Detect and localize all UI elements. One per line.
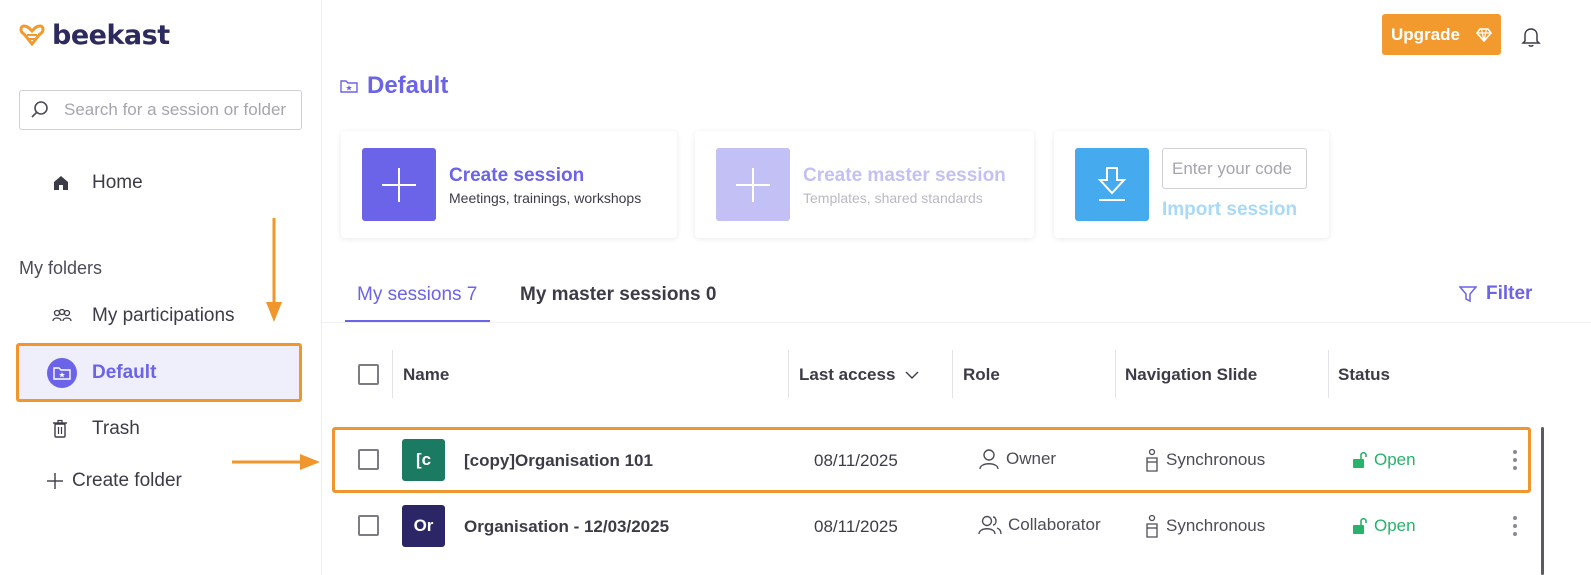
sidebar-item-home[interactable]: Home [52, 172, 143, 194]
row-checkbox[interactable] [358, 449, 379, 470]
column-divider [392, 350, 393, 398]
column-divider [1328, 350, 1329, 398]
sidebar-item-trash[interactable]: Trash [52, 418, 140, 440]
users-icon [978, 515, 1002, 535]
tab-my-master-sessions[interactable]: My master sessions 0 [520, 284, 716, 306]
upgrade-button[interactable]: Upgrade [1382, 14, 1501, 55]
bell-icon[interactable] [1521, 26, 1541, 48]
search-box[interactable] [19, 90, 302, 130]
status-label: Open [1374, 516, 1416, 535]
select-all-checkbox[interactable] [358, 364, 379, 385]
last-access-date: 08/11/2025 [814, 451, 898, 470]
column-header-name[interactable]: Name [403, 365, 449, 385]
sidebar-item-my-participations[interactable]: My participations [52, 305, 235, 327]
annotation-arrow-down-icon [266, 218, 282, 322]
plus-icon [47, 473, 63, 489]
create-session-card[interactable]: Create session Meetings, trainings, work… [341, 131, 677, 238]
user-icon [979, 449, 999, 470]
session-name-link[interactable]: [copy]Organisation 101 [464, 451, 653, 471]
filter-button[interactable]: Filter [1459, 283, 1532, 305]
session-avatar: Or [402, 505, 445, 547]
navigation-cell: Synchronous [1144, 448, 1265, 472]
presenter-icon [1146, 514, 1158, 538]
unlock-icon [1353, 451, 1367, 468]
folder-star-icon [340, 80, 358, 93]
sidebar-item-label: Trash [92, 418, 140, 439]
column-divider [1115, 350, 1116, 398]
folder-star-icon [47, 357, 77, 388]
card-subtitle: Templates, shared standards [803, 190, 983, 206]
annotation-arrow-right-icon [232, 454, 320, 470]
column-header-navigation-slide[interactable]: Navigation Slide [1125, 365, 1257, 385]
page-title: Default [340, 72, 448, 100]
diamond-icon [1475, 27, 1492, 42]
role-label: Collaborator [1008, 515, 1101, 534]
trash-icon [53, 419, 67, 438]
session-code-input[interactable] [1162, 148, 1307, 189]
session-avatar: [c [402, 439, 445, 481]
navigation-label: Synchronous [1166, 516, 1266, 535]
beekast-logo-icon [19, 23, 45, 46]
card-title: Create master session [803, 165, 1006, 186]
navigation-cell: Synchronous [1144, 514, 1265, 538]
home-icon [54, 176, 68, 190]
divider [322, 322, 1591, 323]
more-options-icon[interactable] [1513, 516, 1517, 536]
tab-my-sessions[interactable]: My sessions 7 [357, 284, 477, 306]
upgrade-label: Upgrade [1391, 24, 1460, 44]
more-options-icon[interactable] [1513, 450, 1517, 470]
column-header-last-access[interactable]: Last access [799, 365, 919, 385]
role-label: Owner [1006, 449, 1057, 468]
import-session-card: Import session [1054, 131, 1329, 238]
plus-icon [716, 148, 790, 221]
filter-icon [1459, 286, 1477, 303]
row-checkbox[interactable] [358, 515, 379, 536]
status-badge[interactable]: Open [1352, 516, 1416, 536]
sidebar-item-label: My participations [92, 305, 235, 326]
sidebar-item-default[interactable]: Default [16, 343, 302, 402]
logo[interactable]: beekast [18, 20, 170, 51]
page-title-text: Default [367, 72, 449, 99]
logo-text: beekast [52, 20, 170, 51]
create-folder-button[interactable]: Create folder [46, 470, 182, 492]
column-header-label: Last access [799, 365, 896, 384]
sidebar-item-label: Home [92, 172, 143, 193]
role-cell: Collaborator [978, 514, 1101, 536]
last-access-date: 08/11/2025 [814, 517, 898, 536]
participants-icon [52, 308, 72, 322]
presenter-icon [1146, 448, 1158, 472]
role-cell: Owner [978, 448, 1056, 470]
section-label-my-folders: My folders [19, 258, 103, 278]
card-subtitle: Meetings, trainings, workshops [449, 190, 642, 206]
search-input[interactable] [64, 100, 294, 120]
column-divider [788, 350, 789, 398]
column-divider [952, 350, 953, 398]
search-icon [31, 101, 48, 118]
status-badge[interactable]: Open [1352, 450, 1416, 470]
import-session-button[interactable]: Import session [1162, 199, 1297, 221]
column-header-status[interactable]: Status [1338, 365, 1390, 385]
unlock-icon [1353, 517, 1367, 534]
session-name-link[interactable]: Organisation - 12/03/2025 [464, 517, 669, 537]
create-master-session-card[interactable]: Create master session Templates, shared … [695, 131, 1034, 238]
chevron-down-icon [905, 371, 919, 379]
sidebar-item-label: Default [92, 361, 157, 383]
navigation-label: Synchronous [1166, 450, 1266, 469]
card-title: Create session [449, 165, 585, 186]
create-folder-label: Create folder [72, 470, 182, 491]
filter-label: Filter [1486, 283, 1533, 304]
scrollbar[interactable] [1541, 427, 1544, 575]
plus-icon [362, 148, 436, 221]
status-label: Open [1374, 450, 1416, 469]
download-icon[interactable] [1075, 148, 1149, 221]
column-header-role[interactable]: Role [963, 365, 1000, 385]
